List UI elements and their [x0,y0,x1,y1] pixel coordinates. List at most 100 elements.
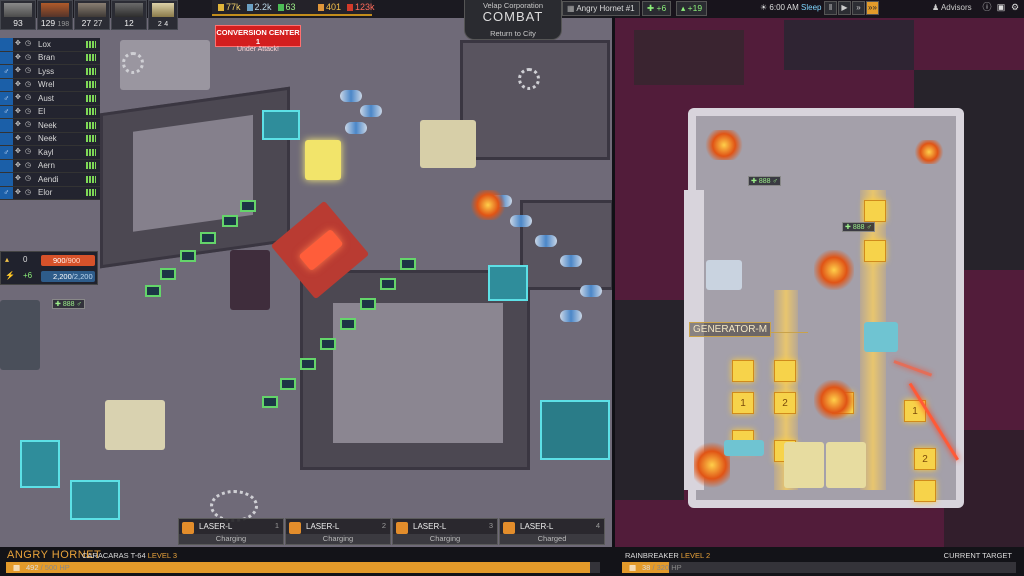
crew-list: ✥ ◷ Lox ✥ ◷ Bran ♂ ✥ ◷ Lyss ✥ ◷ Wrel ♂ ✥ ◷ Aust ♂ ✥ ◷ El ✥ ◷ Ne… [0,38,100,200]
ship-selector-value: Angry Hornet #1 [576,4,635,13]
male-icon: ♂ [772,178,778,185]
alert-title: CONVERSION CENTER 1 [216,28,300,46]
damaged-room-cell[interactable]: 2 [914,448,936,470]
damaged-room-cell[interactable] [732,360,754,382]
crew-stat-population[interactable]: 93 [0,0,36,30]
ship-portrait-icon [152,3,174,17]
return-to-city-button[interactable]: Return to City [465,29,561,38]
weapon-slot-3[interactable]: LASER-L 3 Charging [392,518,498,545]
damaged-room-cell[interactable] [914,480,936,502]
shield-bar[interactable]: 2,200/2,200 [41,271,95,282]
room-status-tag[interactable]: ✚ 888 ♂ [842,222,875,232]
fastest-button[interactable]: »» [866,1,879,15]
enemy-hp-bar: ▦ 38 / 320 HP [622,562,1016,573]
crew-list-item[interactable]: ✥ ◷ Aendi [0,173,100,187]
flame-icon: ▴ [5,255,10,264]
damaged-room-cell[interactable] [864,200,886,222]
crew-list-item[interactable]: ✥ ◷ Wrel [0,78,100,92]
crew-list-item[interactable]: ♂ ✥ ◷ Elor [0,186,100,200]
reactor-core[interactable] [305,140,341,180]
clock-icon: ◷ [25,188,32,196]
crew-list-item[interactable]: ♂ ✥ ◷ Kayl [0,146,100,160]
cost-icon [347,3,354,11]
weapon-slot-4[interactable]: LASER-L 4 Charged [499,518,605,545]
weapon-status: Charging [286,534,390,544]
info-icon[interactable]: ⓘ [982,2,992,13]
battery-cell [180,250,196,262]
cargo-stack[interactable] [420,120,476,168]
crew-stat-value: 93 [13,18,23,28]
battery-cell [300,358,316,370]
enemy-cargo [784,442,824,488]
crew-stat-engineers[interactable]: 12 [111,0,147,30]
ship-stat-a[interactable]: ✚ +6 [642,1,672,16]
save-icon[interactable]: ▣ [996,2,1006,13]
gear-icon[interactable]: ⚙ [1010,2,1020,13]
damaged-room-cell[interactable]: 1 [732,392,754,414]
crew-list-item[interactable]: ✥ ◷ Neek [0,119,100,133]
pause-button[interactable]: ‖ [824,1,837,15]
crew-stat-workers[interactable]: 129 198 [37,0,73,30]
resource-cost[interactable]: 123k [347,2,375,12]
cargo-stack[interactable] [105,400,165,450]
hull-bar[interactable]: 900/900 [41,255,95,266]
weapon-name: LASER-L [520,522,554,531]
crew-role-icon: ♂ [0,65,13,78]
play-button[interactable]: ▶ [838,1,851,15]
resource-credits[interactable]: 77k [218,2,241,12]
crew-list-item[interactable]: ♂ ✥ ◷ Aust [0,92,100,106]
crew-stat-soldiers[interactable]: 27 27 [74,0,110,30]
combat-banner: Velap Corporation COMBAT Return to City [464,0,562,40]
clock-time: 6:00 AM [769,3,799,12]
weapon-slot-number: 4 [595,521,600,530]
clock[interactable]: ☀ 6:00 AM Sleep [758,1,824,16]
enemy-ship-level: LEVEL 2 [680,551,711,560]
room-status-tag[interactable]: ✚ 888 ♂ [52,299,85,309]
ship-stat-b[interactable]: ▴ +19 [676,1,708,16]
clock-icon: ◷ [25,67,32,75]
resource-supplies[interactable]: 63 [277,2,296,12]
crew-list-item[interactable]: ✥ ◷ Bran [0,51,100,65]
materials-icon [246,3,253,11]
battery-cell [380,278,396,290]
engine-block[interactable] [0,300,40,370]
resource-materials[interactable]: 2.2k [246,2,272,12]
crew-name: Neek [38,134,57,144]
battery-cell [280,378,296,390]
under-attack-alert[interactable]: CONVERSION CENTER 1 Under Attack! [215,25,301,53]
weapon-slot-1[interactable]: LASER-L 1 Charging [178,518,284,545]
crew-list-item[interactable]: ♂ ✥ ◷ El [0,105,100,119]
flame-icon: ▴ [681,3,686,13]
advisors-button[interactable]: ♟ Advisors [930,1,978,15]
move-icon: ✥ [15,121,21,129]
void-area [520,200,614,290]
crew-name: Elor [38,188,53,198]
damaged-room-cell[interactable] [864,240,886,262]
crew-list-item[interactable]: ✥ ◷ Aern [0,159,100,173]
fuel-tank [560,255,582,267]
battery-cell [200,232,216,244]
crew-stat-ships[interactable]: 2 4 [148,0,178,30]
resource-crew[interactable]: 401 [318,2,341,12]
room-status-tag[interactable]: ✚ 888 ♂ [748,176,781,186]
crew-list-item[interactable]: ✥ ◷ Lox [0,38,100,52]
weapon-status: Charging [393,534,497,544]
crew-health [86,108,96,116]
crew-list-item[interactable]: ✥ ◷ Neek [0,132,100,146]
clock-icon: ◷ [25,148,32,156]
enemy-ship-view[interactable]: 1 2 3 1 2 [614,0,1024,576]
damaged-room-cell[interactable]: 2 [774,392,796,414]
fast-forward-button[interactable]: » [852,1,865,15]
enemy-console [724,440,764,456]
weapon-slot-2[interactable]: LASER-L 2 Charging [285,518,391,545]
fire-hazard [470,190,506,220]
battery-cell [400,258,416,270]
crew-name: Aust [38,93,55,103]
damaged-room-cell[interactable] [774,360,796,382]
ship-selector[interactable]: ▦ Angry Hornet #1 [562,1,640,16]
crew-list-item[interactable]: ♂ ✥ ◷ Lyss [0,65,100,79]
move-icon: ✥ [15,188,21,196]
plus-icon: ✚ [647,3,655,13]
battery-cell [222,215,238,227]
enemy-room-label[interactable]: GENERATOR-M [689,322,809,337]
